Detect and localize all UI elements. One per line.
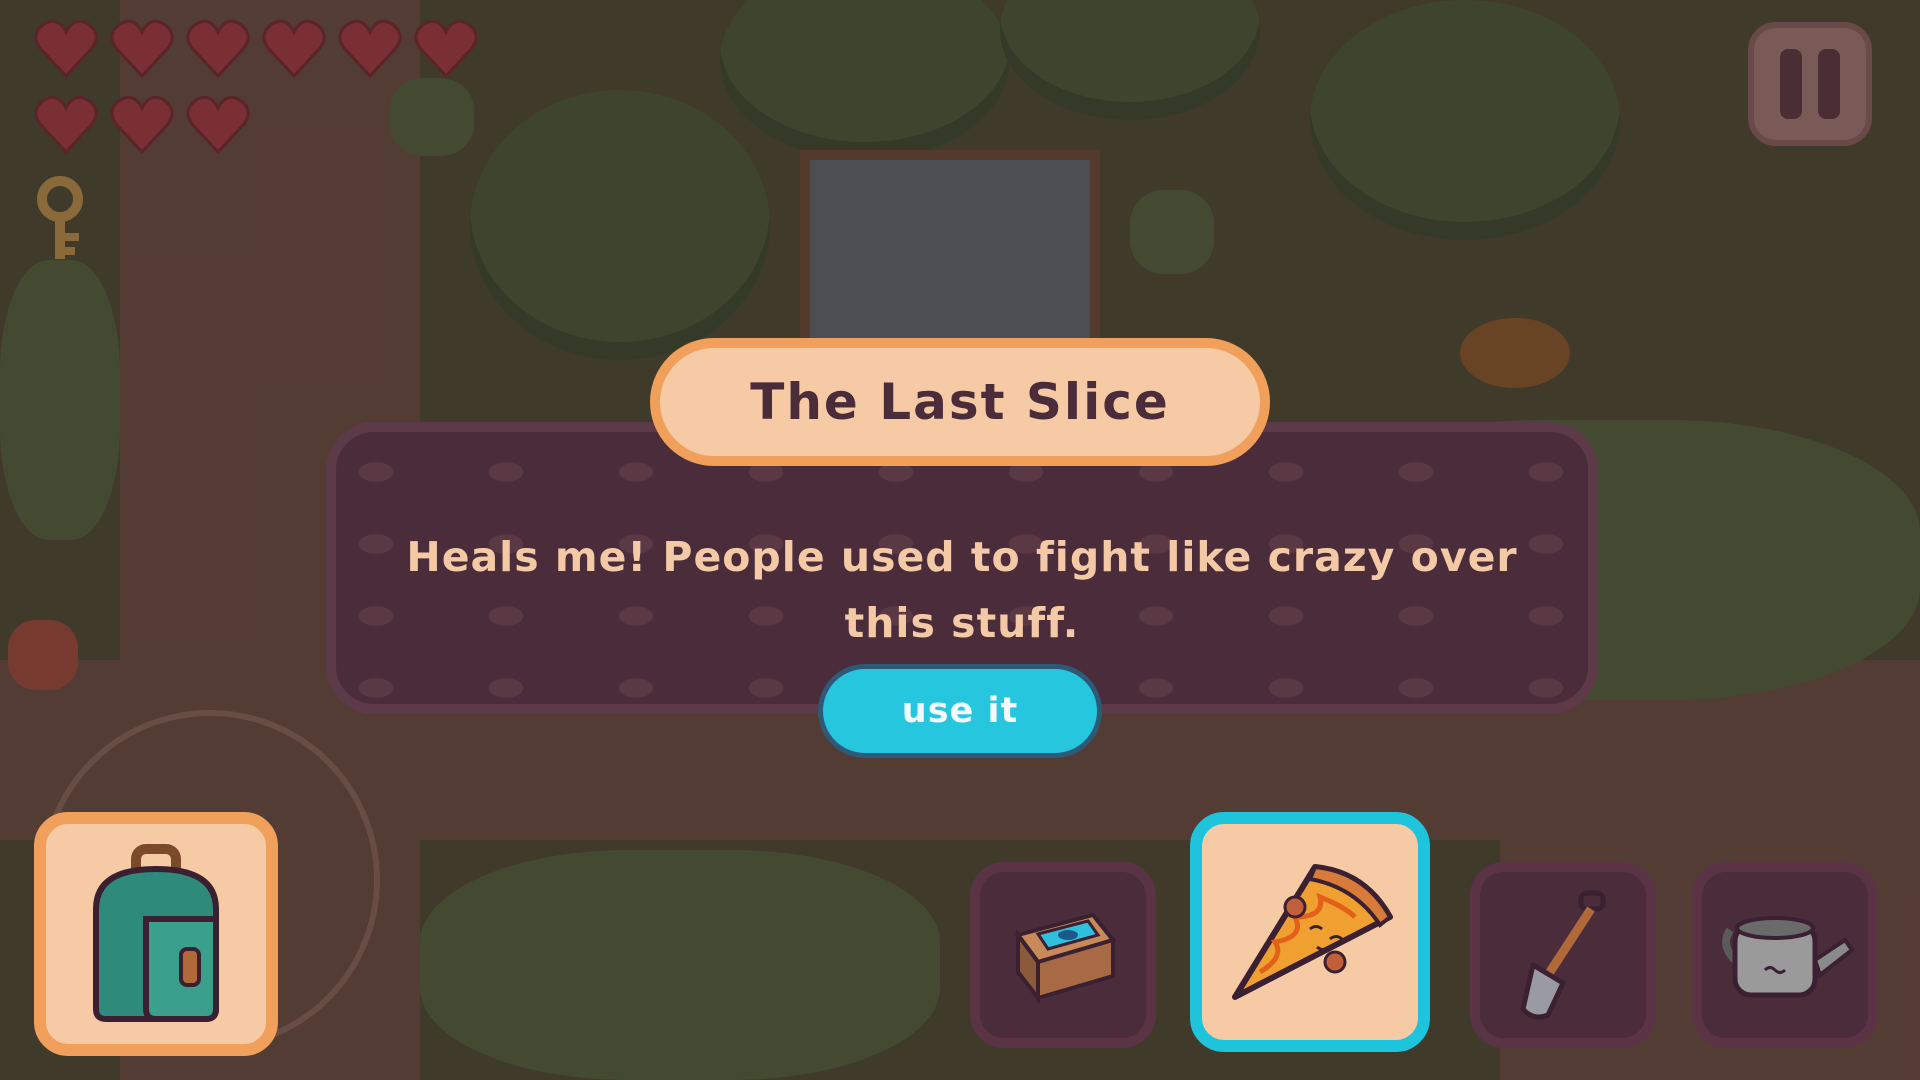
item-description: Heals me! People used to fight like craz… [406,533,1518,647]
backpack-icon [93,844,219,1022]
heart-icon [34,18,98,80]
heart-icon [186,18,250,80]
pause-icon [1780,49,1802,119]
inventory-slot-pizza-slice[interactable] [1190,812,1430,1052]
inventory-slot-gadget-box[interactable] [970,862,1156,1048]
heart-icon [262,18,326,80]
health-hearts [34,18,494,156]
inventory-slot-shovel[interactable] [1470,862,1656,1048]
item-title-banner: The Last Slice [650,338,1270,466]
heart-icon [414,18,478,80]
heart-icon [110,18,174,80]
key-icon [37,176,83,259]
backpack-button[interactable] [34,812,278,1056]
pause-button[interactable] [1748,22,1872,146]
heart-icon [338,18,402,80]
use-it-label: use it [901,691,1019,731]
inventory-slot-watering-can[interactable] [1692,862,1878,1048]
item-title: The Last Slice [750,373,1170,431]
shovel-icon [1520,890,1606,1020]
heart-icon [34,94,98,156]
heart-icon [110,94,174,156]
heart-icon [186,94,250,156]
gadget-box-icon [1014,912,1117,1004]
watering-can-icon [1722,916,1855,998]
use-it-button[interactable]: use it [818,664,1102,758]
pause-icon [1818,49,1840,119]
pizza-slice-icon [1232,864,1393,1000]
